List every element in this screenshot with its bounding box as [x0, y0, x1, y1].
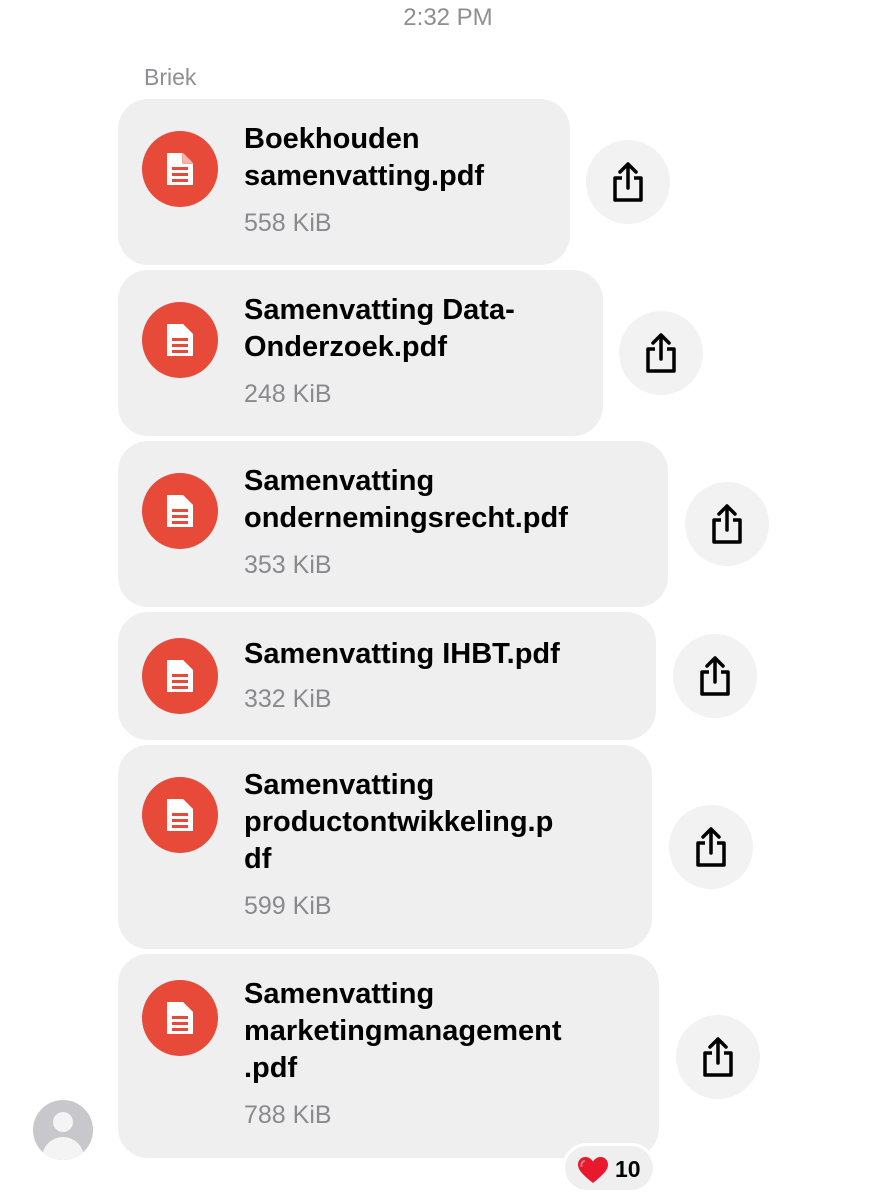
share-icon	[712, 504, 742, 544]
file-size: 599 KiB	[244, 892, 332, 920]
file-message[interactable]: Samenvatting Data- Onderzoek.pdf 248 KiB	[118, 270, 603, 436]
file-size: 248 KiB	[244, 380, 332, 408]
share-button[interactable]	[673, 634, 757, 718]
share-button[interactable]	[669, 805, 753, 889]
file-message[interactable]: Samenvatting marketingmanagement .pdf 78…	[118, 954, 659, 1158]
file-size: 558 KiB	[244, 209, 332, 237]
file-message[interactable]: Samenvatting IHBT.pdf 332 KiB	[118, 612, 656, 740]
reaction-count: 10	[615, 1156, 641, 1182]
sender-name: Briek	[144, 64, 197, 90]
file-size: 332 KiB	[244, 685, 332, 713]
message-timestamp: 2:32 PM	[403, 4, 493, 31]
reaction-badge[interactable]: 10	[562, 1143, 656, 1193]
file-message[interactable]: Samenvatting ondernemingsrecht.pdf 353 K…	[118, 441, 668, 607]
file-name: Samenvatting marketingmanagement .pdf	[244, 978, 562, 1084]
share-icon	[613, 162, 643, 202]
share-button[interactable]	[676, 1015, 760, 1099]
heart-icon	[578, 1157, 608, 1183]
share-button[interactable]	[586, 140, 670, 224]
share-icon	[703, 1037, 733, 1077]
file-name: Samenvatting productontwikkeling.p df	[244, 769, 554, 875]
share-icon	[646, 333, 676, 373]
file-name: Samenvatting Data- Onderzoek.pdf	[244, 294, 515, 363]
share-button[interactable]	[685, 482, 769, 566]
document-icon	[142, 777, 218, 853]
file-message[interactable]: Boekhouden samenvatting.pdf 558 KiB	[118, 99, 570, 265]
share-button[interactable]	[619, 311, 703, 395]
person-icon[interactable]	[33, 1100, 93, 1160]
file-size: 353 KiB	[244, 551, 332, 579]
share-icon	[700, 656, 730, 696]
document-icon	[142, 638, 218, 714]
share-icon	[696, 827, 726, 867]
document-icon	[142, 473, 218, 549]
document-icon	[142, 302, 218, 378]
document-icon	[142, 131, 218, 207]
file-size: 788 KiB	[244, 1101, 332, 1129]
document-icon	[142, 980, 218, 1056]
file-name: Samenvatting ondernemingsrecht.pdf	[244, 465, 568, 534]
file-message[interactable]: Samenvatting productontwikkeling.p df 59…	[118, 745, 652, 949]
file-name: Samenvatting IHBT.pdf	[244, 638, 560, 670]
file-name: Boekhouden samenvatting.pdf	[244, 123, 485, 192]
